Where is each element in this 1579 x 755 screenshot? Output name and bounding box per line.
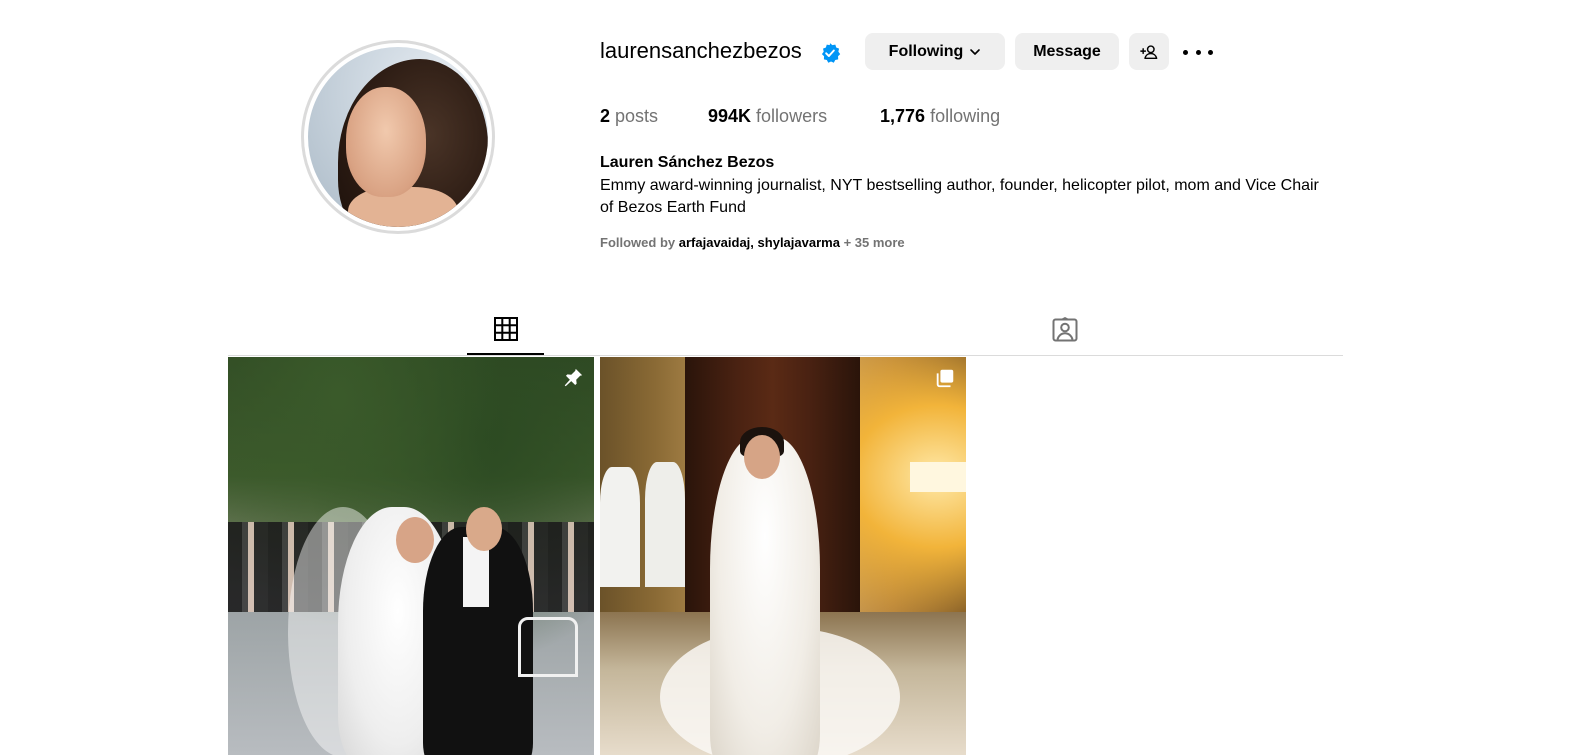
- posts-label: posts: [615, 106, 659, 126]
- add-user-icon: [1140, 44, 1158, 59]
- post-image-gown: [710, 437, 820, 755]
- tagged-icon: [1052, 317, 1078, 342]
- following-label: following: [930, 106, 1001, 126]
- pin-icon: [564, 368, 583, 387]
- tab-tagged[interactable]: [1051, 315, 1079, 343]
- profile-full-name: Lauren Sánchez Bezos: [600, 154, 775, 171]
- following-count: 1,776: [880, 106, 926, 126]
- post-image-light: [910, 462, 966, 492]
- post-image-person: [466, 507, 502, 551]
- verified-badge-icon: [821, 43, 841, 63]
- message-button-label: Message: [1033, 42, 1101, 60]
- following-stat[interactable]: 1,776 following: [880, 106, 1000, 127]
- posts-count: 2: [600, 106, 611, 126]
- profile-bio: Emmy award-winning journalist, NYT bests…: [600, 177, 1319, 216]
- tabs-divider: [228, 355, 1343, 356]
- post-image-person: [396, 517, 434, 563]
- post-image-chair: [518, 617, 578, 677]
- followed-by[interactable]: Followed by arfajavaidaj, shylajavarma +…: [600, 235, 905, 250]
- tab-posts[interactable]: [493, 316, 519, 342]
- more-options-icon[interactable]: [1183, 40, 1213, 64]
- grid-icon: [494, 317, 518, 341]
- avatar[interactable]: [308, 47, 488, 227]
- followed-by-account[interactable]: arfajavaidaj: [679, 235, 751, 250]
- post-image-person: [645, 462, 685, 587]
- post-image-person: [744, 435, 780, 479]
- followed-by-separator: ,: [750, 235, 754, 250]
- profile-username: laurensanchezbezos: [600, 38, 802, 63]
- followers-count: 994K: [708, 106, 752, 126]
- followed-by-account[interactable]: shylajavarma: [758, 235, 840, 250]
- post-image-person: [600, 467, 640, 587]
- following-button[interactable]: Following: [865, 33, 1005, 70]
- posts-stat: 2 posts: [600, 106, 658, 127]
- avatar-ring[interactable]: [301, 40, 495, 234]
- message-button[interactable]: Message: [1015, 33, 1119, 70]
- avatar-face: [346, 87, 426, 197]
- chevron-down-icon: [970, 48, 981, 55]
- post-thumbnail[interactable]: [600, 357, 966, 755]
- followed-by-prefix: Followed by: [600, 235, 676, 250]
- multi-image-icon: [936, 369, 954, 388]
- post-thumbnail[interactable]: [228, 357, 594, 755]
- suggested-users-button[interactable]: [1129, 33, 1169, 70]
- followers-label: followers: [756, 106, 828, 126]
- followers-stat[interactable]: 994K followers: [708, 106, 827, 127]
- following-button-label: Following: [888, 42, 964, 60]
- followed-by-more: + 35 more: [843, 235, 905, 250]
